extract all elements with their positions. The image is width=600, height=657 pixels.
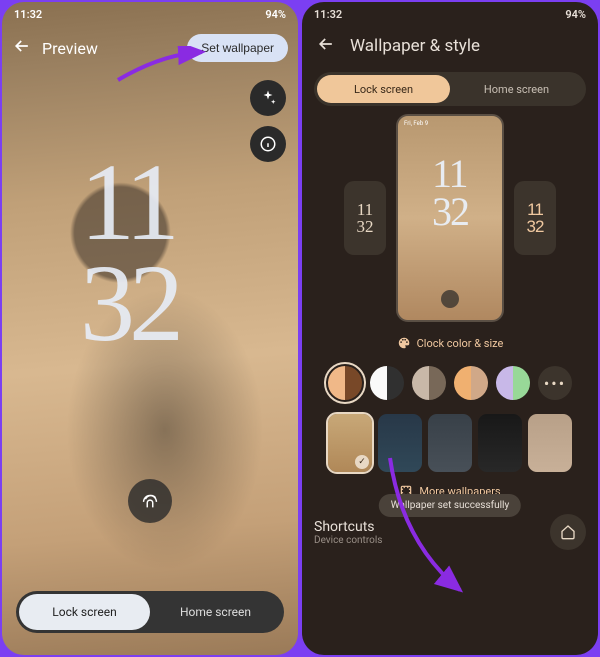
tab-home-screen[interactable]: Home screen [450,75,583,103]
fingerprint-icon[interactable] [128,479,172,523]
tab-lock-screen[interactable]: Lock screen [317,75,450,103]
mini-date: Fri, Feb 9 [398,116,434,131]
color-swatch[interactable] [496,366,530,400]
clock-style-option[interactable]: 1132 [344,181,386,255]
shortcuts-title: Shortcuts [314,519,540,535]
color-swatch[interactable] [412,366,446,400]
status-icons: 94% [559,8,586,21]
style-header: Wallpaper & style [302,26,598,66]
effects-button[interactable] [250,80,286,116]
wallpaper-thumbnail[interactable] [428,414,472,472]
tab-home-screen[interactable]: Home screen [150,594,281,630]
home-icon [560,524,576,540]
style-tabs: Lock screen Home screen [314,72,586,106]
wallpaper-thumbnail[interactable] [528,414,572,472]
wallpaper-thumbnail[interactable] [378,414,422,472]
status-time: 11:32 [14,8,42,21]
color-swatch[interactable] [370,366,404,400]
clock-color-label: Clock color & size [417,337,504,350]
clock-hour: 11 [80,152,178,253]
palette-icon [397,336,411,350]
status-time: 11:32 [314,8,342,21]
color-swatch[interactable] [454,366,488,400]
wallpaper-thumbnail[interactable]: ✓ [328,414,372,472]
battery-percent: 94% [565,8,586,21]
more-colors-button[interactable]: ••• [538,366,572,400]
mini-clock: 11 32 [432,155,468,231]
check-icon: ✓ [355,455,369,469]
lock-clock: 11 32 [80,152,178,354]
wallpaper-thumbnail[interactable] [478,414,522,472]
style-title: Wallpaper & style [350,36,480,56]
clock-style-option[interactable]: 1132 [514,181,556,255]
info-button[interactable] [250,126,286,162]
clock-minute: 32 [80,253,178,354]
lock-preview-card[interactable]: Fri, Feb 9 11 32 [396,114,504,322]
preview-screen: 11:32 94% Preview Set wallpaper 11 32 [2,2,298,655]
shortcuts-row: Shortcuts Device controls Wallpaper set … [302,498,598,550]
clock-style-row: 1132 Fri, Feb 9 11 32 1132 [302,114,598,322]
wallpaper-thumbnails: ✓ [302,400,598,472]
preview-header: Preview Set wallpaper [2,26,298,70]
color-swatches: ••• [312,366,588,400]
clock-color-size-button[interactable]: Clock color & size [302,336,598,350]
set-wallpaper-button[interactable]: Set wallpaper [187,34,288,62]
back-icon[interactable] [316,34,336,58]
floating-buttons [250,80,286,162]
preview-tabs: Lock screen Home screen [16,591,284,633]
battery-percent: 94% [265,8,286,21]
back-icon[interactable] [12,36,32,60]
status-bar: 11:32 94% [2,2,298,26]
status-icons: 94% [259,8,286,21]
mini-fingerprint-icon [441,290,459,308]
color-swatch[interactable] [328,366,362,400]
shortcuts-subtitle: Device controls [314,535,540,546]
tab-lock-screen[interactable]: Lock screen [19,594,150,630]
preview-title: Preview [42,39,98,58]
home-button[interactable] [550,514,586,550]
shortcuts-button[interactable]: Shortcuts Device controls [314,519,540,546]
wallpaper-style-screen: 11:32 94% Wallpaper & style Lock screen … [302,2,598,655]
toast-message: Wallpaper set successfully [379,494,521,517]
status-bar: 11:32 94% [302,2,598,26]
